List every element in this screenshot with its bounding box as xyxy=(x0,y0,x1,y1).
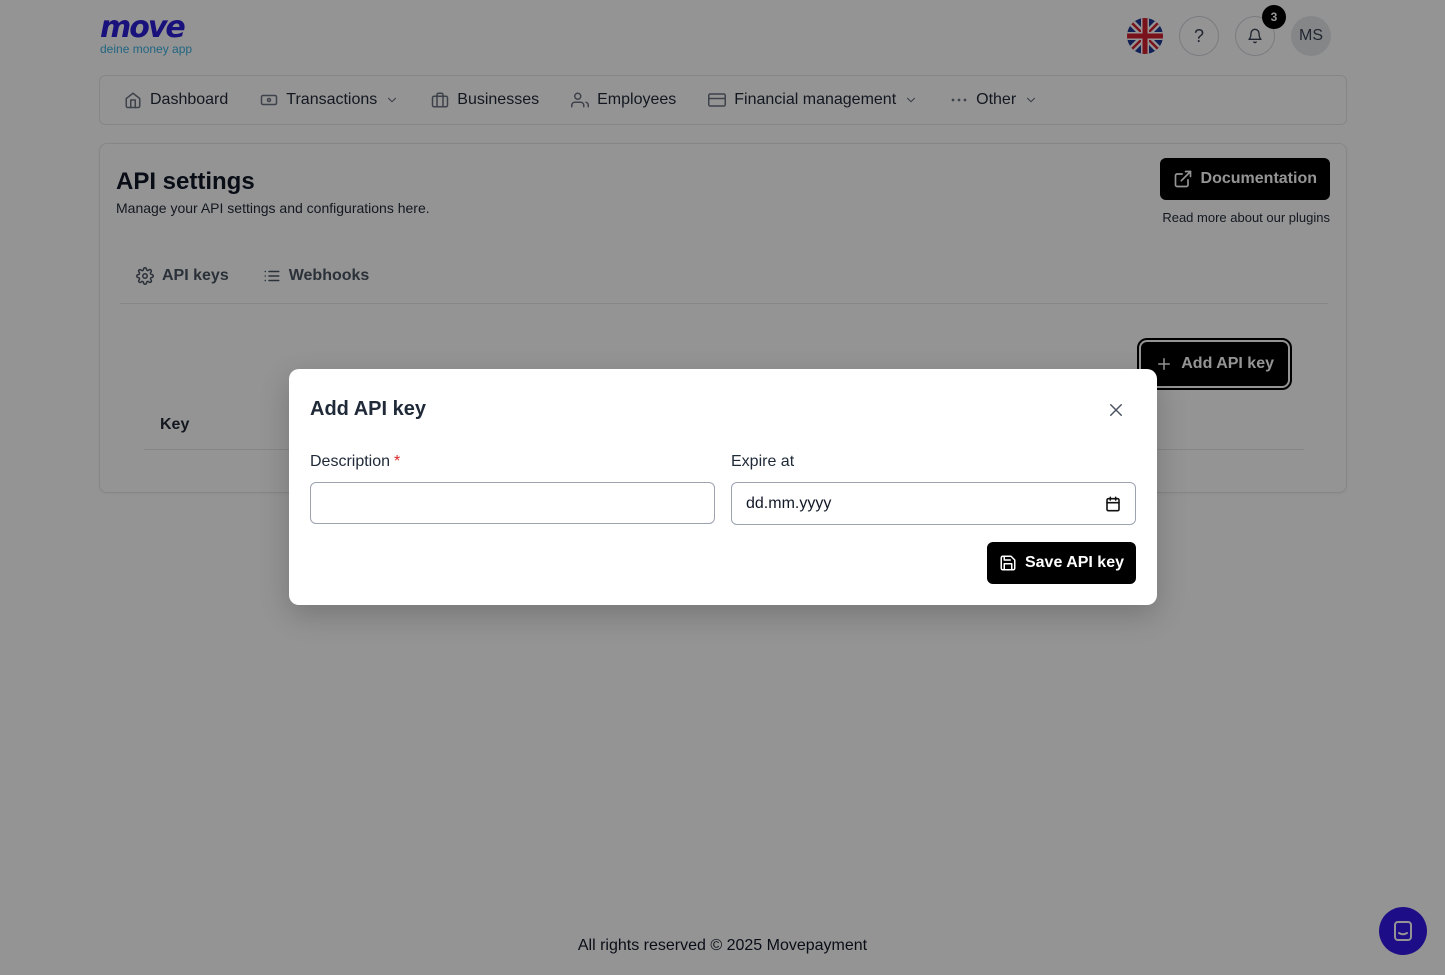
close-icon xyxy=(1110,404,1122,416)
save-api-key-label: Save API key xyxy=(1024,554,1124,571)
expire-at-date-input[interactable]: dd.mm.yyyy xyxy=(731,482,1136,525)
expire-at-label: Expire at xyxy=(731,453,795,470)
modal-title: Add API key xyxy=(310,398,426,420)
calendar-icon[interactable] xyxy=(1105,496,1121,512)
close-button[interactable] xyxy=(1107,401,1125,419)
description-label: Description * xyxy=(310,453,400,471)
save-icon xyxy=(1000,555,1016,571)
required-mark: * xyxy=(394,453,401,470)
description-input[interactable] xyxy=(310,482,715,524)
save-api-key-button[interactable]: Save API key xyxy=(986,542,1136,584)
add-api-key-modal: Add API key Description * Expire at dd.mm… xyxy=(289,369,1157,605)
description-label-text: Description xyxy=(310,453,391,470)
date-placeholder: dd.mm.yyyy xyxy=(746,494,832,512)
